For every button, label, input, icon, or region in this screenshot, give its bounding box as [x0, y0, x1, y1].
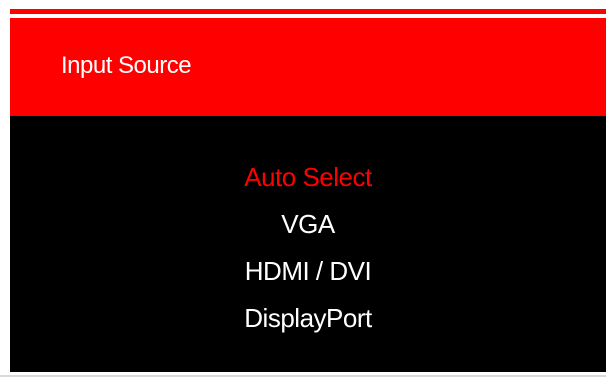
menu-item-vga[interactable]: VGA [10, 201, 606, 248]
menu-item-auto-select[interactable]: Auto Select [10, 154, 606, 201]
menu-item-hdmi-dvi[interactable]: HDMI / DVI [10, 248, 606, 295]
monitor-osd-screen: Input Source Auto Select VGA HDMI / DVI … [0, 0, 606, 380]
bottom-divider [0, 375, 606, 377]
input-source-menu: Auto Select VGA HDMI / DVI DisplayPort [10, 154, 606, 342]
osd-panel: Input Source Auto Select VGA HDMI / DVI … [10, 18, 606, 372]
top-accent-stripe [10, 9, 606, 14]
osd-header: Input Source [10, 18, 606, 116]
menu-item-displayport[interactable]: DisplayPort [10, 295, 606, 342]
page-title: Input Source [61, 52, 192, 79]
